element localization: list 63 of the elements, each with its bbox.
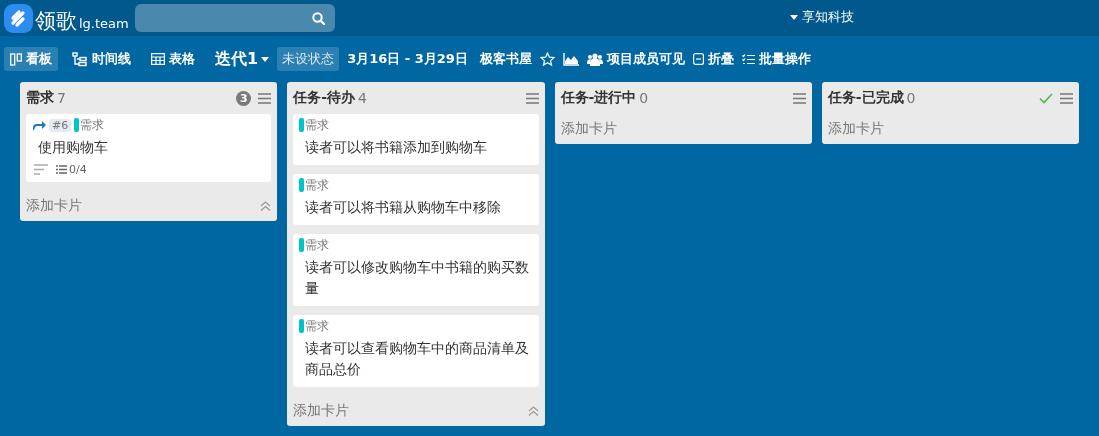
collapse-button[interactable]: 折叠 <box>692 50 734 68</box>
task-card[interactable]: 需求 读者可以将书籍添加到购物车 <box>293 114 539 165</box>
task-card[interactable]: 需求 读者可以将书籍从购物车中移除 <box>293 174 539 225</box>
batch-button[interactable]: 批量操作 <box>741 50 811 68</box>
collapse-up-icon[interactable] <box>527 406 539 416</box>
checklist-icon <box>741 53 755 65</box>
menu-icon[interactable] <box>525 92 539 104</box>
list-title: 需求 <box>26 89 54 107</box>
card-label: 需求 <box>305 317 330 335</box>
task-card[interactable]: 需求 读者可以修改购物车中书籍的购买数量 <box>293 234 539 306</box>
logo-domain: lg.team <box>79 14 129 33</box>
list-title: 任务-进行中 <box>560 89 637 107</box>
list-title: 任务-已完成 <box>827 89 904 107</box>
people-icon <box>586 52 603 66</box>
view-tab[interactable]: 表格 <box>145 47 201 71</box>
star-icon[interactable] <box>539 51 555 67</box>
search-icon <box>311 11 325 25</box>
card-label: 需求 <box>305 116 330 134</box>
board-icon <box>10 52 22 66</box>
card-count: 0 <box>639 90 649 106</box>
add-card-button[interactable]: 添加卡片 <box>26 197 82 215</box>
view-tab[interactable]: 看板 <box>4 47 58 71</box>
add-card-button[interactable]: 添加卡片 <box>827 120 884 138</box>
card-label: 需求 <box>305 176 330 194</box>
card-title: 读者可以修改购物车中书籍的购买数量 <box>304 258 531 298</box>
project-name: 极客书屋 <box>479 50 532 68</box>
logo-text: 领歌 <box>35 8 77 33</box>
card-count: 4 <box>358 90 367 106</box>
view-tab[interactable]: 时间线 <box>66 47 137 71</box>
logo-icon <box>4 3 33 33</box>
status-badge[interactable]: 未设状态 <box>277 47 340 71</box>
organization-menu[interactable]: 享知科技 <box>790 8 854 26</box>
checklist-icon <box>56 165 67 174</box>
card-title: 读者可以将书籍从购物车中移除 <box>304 198 503 217</box>
card-count: 0 <box>906 90 916 106</box>
card-count: 7 <box>57 90 66 106</box>
card-title: 使用购物车 <box>37 138 109 157</box>
caret-icon <box>790 14 798 20</box>
card-title: 读者可以将书籍添加到购物车 <box>304 138 489 157</box>
iteration-dropdown[interactable]: 迭代1 <box>215 48 270 70</box>
chart-icon[interactable] <box>562 52 579 66</box>
add-card-button[interactable]: 添加卡片 <box>293 402 350 420</box>
timeline-icon <box>72 51 88 67</box>
date-range: 3月16日 - 3月29日 <box>347 50 468 68</box>
visibility-button[interactable]: 项目成员可见 <box>586 50 685 68</box>
card-number: #6 <box>49 118 72 132</box>
card-title: 读者可以查看购物车中的商品清单及商品总价 <box>304 339 531 379</box>
list-title: 任务-待办 <box>293 89 356 107</box>
task-card[interactable]: 需求 读者可以查看购物车中的商品清单及商品总价 <box>293 315 539 387</box>
table-icon <box>151 53 165 65</box>
caret-icon <box>261 56 270 62</box>
card-label: 需求 <box>305 236 330 254</box>
menu-icon[interactable] <box>792 92 806 104</box>
collapse-icon <box>692 53 704 65</box>
checklist-count: 0/4 <box>69 163 87 176</box>
search-field[interactable] <box>134 4 335 32</box>
card-label: 需求 <box>80 116 105 134</box>
collapse-up-icon[interactable] <box>260 201 272 211</box>
task-card[interactable]: #6 需求 使用购物车 0/4 <box>26 114 272 182</box>
menu-icon[interactable] <box>1060 92 1073 104</box>
add-card-button[interactable]: 添加卡片 <box>560 120 617 138</box>
count-badge: 3 <box>236 90 252 106</box>
menu-icon[interactable] <box>258 92 272 104</box>
